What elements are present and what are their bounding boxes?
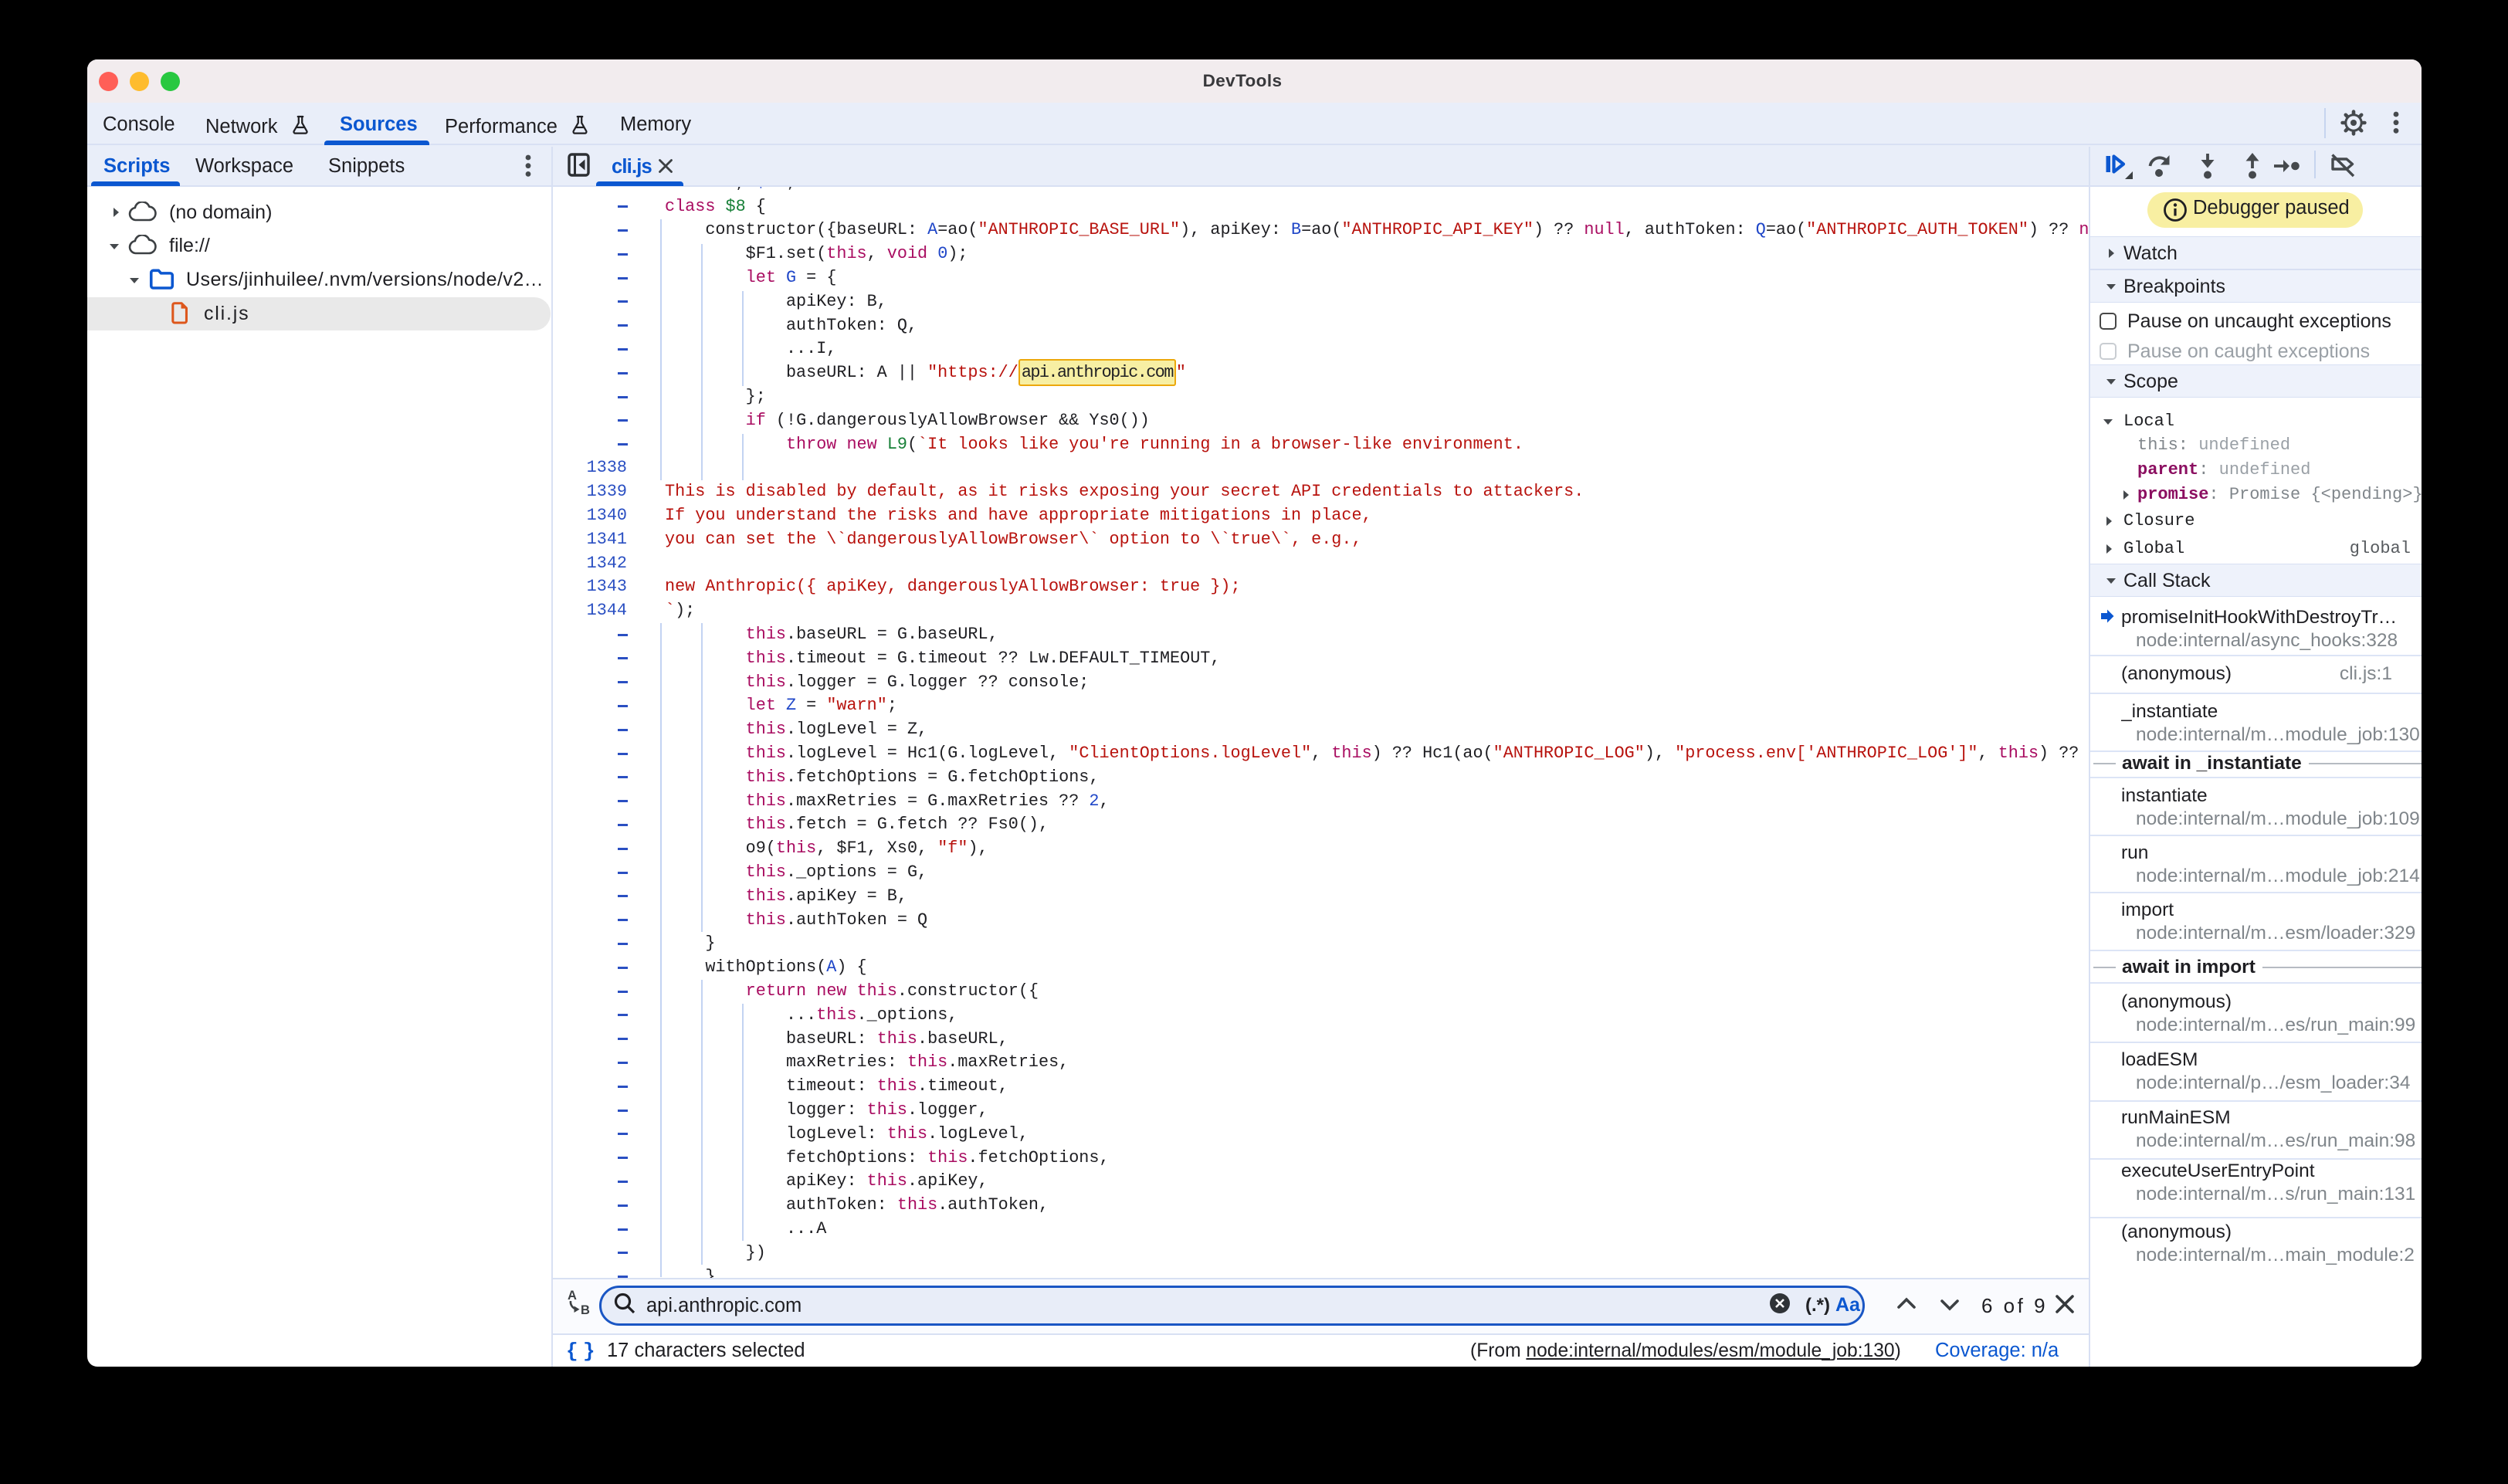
- svg-text:B: B: [581, 1303, 590, 1316]
- svg-text:A: A: [568, 1289, 577, 1303]
